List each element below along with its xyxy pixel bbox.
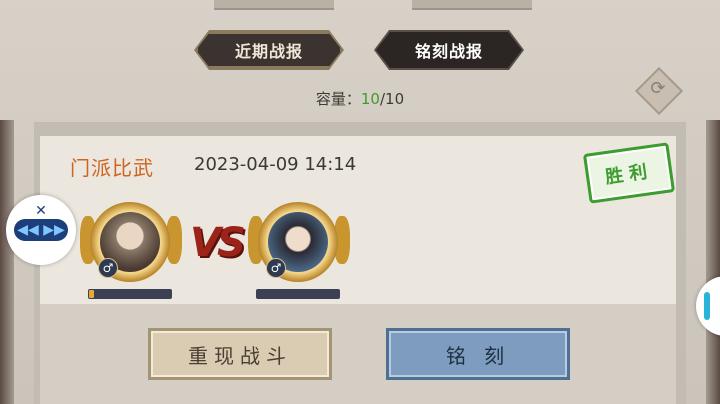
left-edge-decoration	[0, 120, 14, 404]
battle-mode-title: 门派比武	[70, 156, 154, 180]
engrave-button[interactable]: 铭 刻	[386, 328, 570, 380]
replay-battle-label: 重现战斗	[188, 343, 292, 368]
male-icon: ♂	[266, 258, 286, 278]
player-right-hp-bar	[256, 289, 340, 299]
capacity-indicator: 容量：10/10	[0, 88, 720, 109]
close-icon: ✕	[35, 203, 47, 219]
refresh-button[interactable]: ⟳	[634, 66, 684, 116]
right-edge-decoration	[706, 120, 720, 404]
tab-recent-label: 近期战报	[234, 42, 303, 61]
tab-engraved-reports[interactable]: 铭刻战报	[376, 32, 522, 68]
double-arrow-icon: ◀◀ ▶▶	[17, 222, 65, 238]
floating-assistant-button[interactable]: ✕ ◀◀ ▶▶	[6, 195, 76, 265]
handle-icon	[704, 292, 710, 320]
male-icon: ♂	[98, 258, 118, 278]
player-left-avatar[interactable]: ♂	[90, 202, 170, 282]
refresh-icon: ⟳	[650, 78, 666, 99]
versus-emblem: VS	[190, 220, 246, 266]
top-decoration-right	[412, 0, 532, 10]
player-right-avatar[interactable]: ♂	[258, 202, 338, 282]
player-left-hp-bar	[88, 289, 172, 299]
tab-recent-reports[interactable]: 近期战报	[196, 32, 342, 68]
battle-report-action-area	[40, 304, 676, 404]
capacity-current: 10	[360, 90, 380, 108]
top-decoration-left	[214, 0, 334, 10]
capacity-label: 容量：	[315, 90, 361, 108]
battle-datetime: 2023-04-09 14:14	[194, 154, 357, 175]
capacity-max: /10	[379, 90, 405, 108]
replay-battle-button[interactable]: 重现战斗	[148, 328, 332, 380]
tab-engraved-label: 铭刻战报	[414, 42, 483, 61]
engrave-label: 铭 刻	[445, 343, 511, 368]
player-left-hp-fill	[89, 290, 94, 298]
